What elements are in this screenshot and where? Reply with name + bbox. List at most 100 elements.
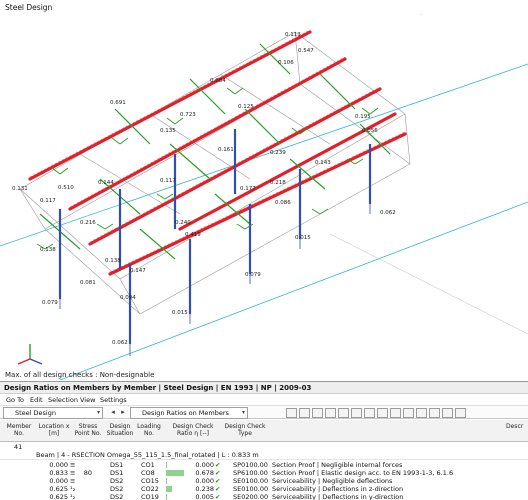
member-no: 41 <box>14 443 23 451</box>
check-icon: ✔ <box>215 469 221 477</box>
col-description[interactable]: Descr <box>506 423 528 445</box>
check-icon: ✔ <box>215 485 221 493</box>
graph-icon[interactable] <box>403 408 414 418</box>
export-icon[interactable] <box>364 408 375 418</box>
filter-icon[interactable] <box>299 408 310 418</box>
location-marker: ¹₂ <box>70 493 76 500</box>
svg-text:0.125: 0.125 <box>238 104 254 110</box>
ratio-value: 0.000 <box>195 461 214 469</box>
col-ratio[interactable]: Design Check Ratio η [--] <box>164 423 222 445</box>
table-row[interactable]: 0.625 ¹₂ DS2 CO19 SE0200.00 Serviceability | … <box>0 493 528 500</box>
check-type-value: SP0100.00 <box>233 461 268 469</box>
zoom-icon[interactable] <box>325 408 336 418</box>
ratio-value: 0.000 <box>195 477 214 485</box>
svg-text:0.117: 0.117 <box>40 198 56 204</box>
design-ratios-table: Member No. Location x [m] Stress Point N… <box>0 420 528 500</box>
menu-selection[interactable]: Selection <box>48 396 78 404</box>
prev-icon[interactable]: ◂ <box>108 408 118 418</box>
member-row[interactable]: 41 <box>0 443 528 451</box>
structure-drawing: 0.113 0.547 0.106 0.691 0.684 0.723 0.12… <box>0 14 528 380</box>
col-loading-no[interactable]: Loading No. <box>134 423 164 445</box>
panel-title: Design Ratios on Members by Member | Ste… <box>4 384 312 392</box>
svg-text:0.161: 0.161 <box>218 147 234 153</box>
color-icon[interactable] <box>351 408 362 418</box>
help-icon[interactable] <box>455 408 466 418</box>
details-icon[interactable] <box>416 408 427 418</box>
svg-text:0.684: 0.684 <box>210 78 226 84</box>
member-group-row[interactable]: Beam | 4 - RSECTION Omega_55_115_1.5_fin… <box>0 451 528 460</box>
svg-text:0.239: 0.239 <box>270 150 286 156</box>
ratio-bar <box>166 494 167 500</box>
svg-text:0.079: 0.079 <box>245 272 261 278</box>
location-marker: ≡ <box>70 477 76 485</box>
ratio-value: 0.005 <box>195 493 214 500</box>
ratio-bar <box>166 478 167 484</box>
svg-text:0.015: 0.015 <box>295 235 311 241</box>
panel-menu-bar: Go To Edit Selection View Settings <box>0 394 528 405</box>
table-row[interactable]: 0.000 ≡ DS2 CO15 SE0100.00 Serviceability | N… <box>0 477 528 485</box>
table-icon[interactable] <box>286 408 297 418</box>
col-member-no[interactable]: Member No. <box>2 423 36 445</box>
svg-text:0.510: 0.510 <box>58 185 74 191</box>
menu-settings[interactable]: Settings <box>100 396 127 404</box>
table-select[interactable]: Design Ratios on Members ▾ <box>130 407 248 419</box>
menu-goto[interactable]: Go To <box>6 396 24 404</box>
svg-text:0.086: 0.086 <box>275 200 291 206</box>
col-design-situation[interactable]: Design Situation <box>104 423 136 445</box>
col-location[interactable]: Location x [m] <box>38 423 70 445</box>
svg-text:0.216: 0.216 <box>80 220 96 226</box>
description-value: Section Proof | Negligible internal forc… <box>272 461 403 469</box>
menu-view[interactable]: View <box>80 396 95 404</box>
ratio-value: 0.238 <box>195 485 214 493</box>
svg-text:0.015: 0.015 <box>172 310 188 316</box>
ratio-bar <box>166 470 184 476</box>
design-situation-value: DS1 <box>110 461 124 469</box>
location-value: 0.000 <box>49 477 68 485</box>
design-ratios-panel: Design Ratios on Members by Member | Ste… <box>0 381 528 500</box>
col-stress-point[interactable]: Stress Point No. <box>72 423 104 445</box>
location-value: 0.625 <box>49 485 68 493</box>
stress-point-value: 80 <box>83 469 92 477</box>
next-icon[interactable]: ▸ <box>118 408 128 418</box>
check-icon: ✔ <box>215 477 221 485</box>
view-icon[interactable] <box>312 408 323 418</box>
table-select-value: Design Ratios on Members <box>142 409 229 417</box>
description-value: Serviceability | Deflections in z-direct… <box>272 485 404 493</box>
col-check-type[interactable]: Design Check Type <box>224 423 266 445</box>
select-icon[interactable] <box>338 408 349 418</box>
svg-text:0.691: 0.691 <box>110 100 126 106</box>
svg-text:0.138: 0.138 <box>105 258 121 264</box>
check-type-value: SE0100.00 <box>233 477 269 485</box>
check-type-value: SP6100.00 <box>233 469 268 477</box>
info-icon[interactable] <box>442 408 453 418</box>
module-select[interactable]: Steel Design ▾ <box>3 407 103 419</box>
svg-text:0.419: 0.419 <box>185 232 201 238</box>
ratio-bar <box>166 462 167 468</box>
svg-text:0.135: 0.135 <box>160 128 176 134</box>
module-select-value: Steel Design <box>15 409 56 417</box>
location-marker: ≡ <box>70 461 76 469</box>
table-row[interactable]: 0.833 ≡ 80 DS1 CO8 SP6100.00 Section Proof | E… <box>0 469 528 477</box>
svg-text:0.144: 0.144 <box>98 180 114 186</box>
svg-text:0.131: 0.131 <box>12 186 28 192</box>
check-icon: ✔ <box>215 461 221 469</box>
svg-text:0.056: 0.056 <box>362 128 378 134</box>
print-icon[interactable] <box>377 408 388 418</box>
svg-text:0.079: 0.079 <box>42 300 58 306</box>
loading-value: CO22 <box>141 485 159 493</box>
svg-text:0.081: 0.081 <box>80 280 96 286</box>
description-value: Section Proof | Elastic design acc. to E… <box>272 469 454 477</box>
svg-text:0.147: 0.147 <box>130 268 146 274</box>
svg-text:0.240: 0.240 <box>175 220 191 226</box>
description-value: Serviceability | Deflections in y-direct… <box>272 493 404 500</box>
3d-model-viewport[interactable]: 0.113 0.547 0.106 0.691 0.684 0.723 0.12… <box>0 14 528 380</box>
table-row[interactable]: 0.000 ≡ DS1 CO1 SP0100.00 Section Proof | Neg… <box>0 461 528 469</box>
menu-edit[interactable]: Edit <box>30 396 43 404</box>
settings-icon[interactable] <box>390 408 401 418</box>
check-type-value: SE0100.00 <box>233 485 269 493</box>
refresh-icon[interactable] <box>429 408 440 418</box>
loading-value: CO8 <box>141 469 155 477</box>
loading-value: CO19 <box>141 493 159 500</box>
ratio-value: 0.678 <box>195 469 214 477</box>
table-row[interactable]: 0.625 ¹₂ DS2 CO22 SE0100.00 Serviceability | … <box>0 485 528 493</box>
